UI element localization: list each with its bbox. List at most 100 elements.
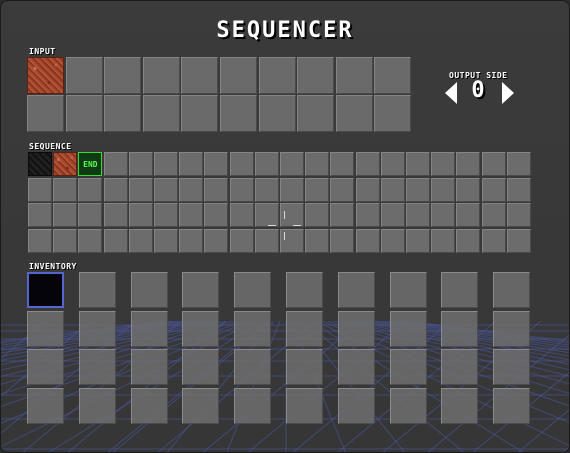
sequence-slot[interactable]: [254, 203, 279, 227]
sequence-slot[interactable]: [28, 203, 52, 227]
sequence-slot[interactable]: [380, 177, 405, 202]
sequence-slot[interactable]: [229, 203, 254, 227]
inventory-slot[interactable]: [78, 310, 116, 347]
sequence-slot[interactable]: [481, 203, 506, 227]
sequence-slot[interactable]: [431, 203, 456, 227]
input-slot[interactable]: [104, 95, 142, 132]
input-slot[interactable]: [374, 95, 412, 132]
inventory-slot[interactable]: [493, 387, 531, 424]
inventory-slot[interactable]: [27, 349, 64, 385]
dirt-block-icon[interactable]: [27, 57, 64, 94]
sequence-slot[interactable]: [53, 228, 78, 253]
inventory-slot[interactable]: [234, 272, 272, 308]
sequence-slot[interactable]: [506, 152, 531, 176]
sequence-slot[interactable]: [506, 177, 531, 202]
sequence-slot[interactable]: [406, 203, 430, 227]
end-marker[interactable]: END: [78, 152, 103, 176]
sequence-slot[interactable]: [103, 177, 128, 202]
inventory-slot[interactable]: [441, 387, 479, 424]
inventory-slot[interactable]: [493, 272, 531, 308]
sequence-slot[interactable]: [330, 152, 355, 176]
inventory-slot[interactable]: [389, 272, 427, 308]
sequence-slot[interactable]: [330, 203, 355, 227]
sequence-slot[interactable]: [28, 177, 52, 202]
sequence-slot[interactable]: [154, 177, 178, 202]
sequence-slot[interactable]: [431, 177, 456, 202]
inventory-slot[interactable]: [182, 310, 220, 347]
inventory-slot[interactable]: [130, 349, 168, 385]
input-slot[interactable]: [297, 57, 335, 94]
sequence-slot[interactable]: [254, 152, 279, 176]
sequence-slot[interactable]: [103, 203, 128, 227]
dirt-block-icon[interactable]: [53, 152, 78, 176]
sequence-slot[interactable]: [154, 203, 178, 227]
inventory-slot[interactable]: [389, 310, 427, 347]
sequence-slot[interactable]: [280, 152, 304, 176]
sequence-slot[interactable]: [179, 177, 204, 202]
inventory-slot[interactable]: [234, 310, 272, 347]
sequence-slot[interactable]: [355, 228, 380, 253]
inventory-slot[interactable]: [493, 310, 531, 347]
sequence-slot[interactable]: [204, 177, 229, 202]
inventory-slot[interactable]: [234, 387, 272, 424]
input-slot[interactable]: [27, 95, 64, 132]
sequence-slot[interactable]: [128, 203, 153, 227]
sequence-slot[interactable]: [229, 228, 254, 253]
sequence-slot[interactable]: [78, 177, 103, 202]
sequence-slot[interactable]: [179, 203, 204, 227]
input-slot[interactable]: [258, 57, 296, 94]
inventory-slot[interactable]: [337, 310, 375, 347]
sequence-slot[interactable]: [380, 228, 405, 253]
input-slot[interactable]: [335, 95, 373, 132]
dark-block-icon[interactable]: [28, 152, 52, 176]
sequence-slot[interactable]: [128, 177, 153, 202]
sequence-slot[interactable]: [355, 203, 380, 227]
sequence-slot[interactable]: [506, 228, 531, 253]
sequence-slot[interactable]: [154, 228, 178, 253]
inventory-slot[interactable]: [286, 272, 323, 308]
sequence-slot[interactable]: [481, 152, 506, 176]
sequence-slot[interactable]: [506, 203, 531, 227]
inventory-slot[interactable]: [130, 272, 168, 308]
sequence-slot[interactable]: [28, 228, 52, 253]
sequence-slot[interactable]: [406, 152, 430, 176]
input-slot[interactable]: [181, 57, 219, 94]
inventory-slot[interactable]: [78, 387, 116, 424]
sequence-slot[interactable]: [154, 152, 178, 176]
inventory-slot[interactable]: [441, 310, 479, 347]
input-slot[interactable]: [220, 57, 257, 94]
sequence-slot[interactable]: [305, 203, 330, 227]
inventory-slot[interactable]: [389, 349, 427, 385]
sequence-slot[interactable]: [456, 152, 481, 176]
sequence-slot[interactable]: [380, 203, 405, 227]
inventory-slot[interactable]: [337, 349, 375, 385]
inventory-slot[interactable]: [27, 310, 64, 347]
sequence-slot[interactable]: [204, 152, 229, 176]
arrow-left-icon[interactable]: [445, 82, 457, 104]
sequence-slot[interactable]: [481, 228, 506, 253]
sequence-slot[interactable]: [431, 228, 456, 253]
sequence-slot[interactable]: [254, 177, 279, 202]
sequence-slot[interactable]: [330, 177, 355, 202]
input-slot[interactable]: [297, 95, 335, 132]
input-slot[interactable]: [65, 57, 103, 94]
inventory-slot[interactable]: [130, 310, 168, 347]
sequence-slot[interactable]: [305, 177, 330, 202]
sequence-slot[interactable]: [456, 177, 481, 202]
input-slot[interactable]: [374, 57, 412, 94]
inventory-slot[interactable]: [337, 387, 375, 424]
sequence-slot[interactable]: [456, 203, 481, 227]
sequence-slot[interactable]: [204, 203, 229, 227]
inventory-slot[interactable]: [441, 349, 479, 385]
sequence-slot[interactable]: [355, 177, 380, 202]
sequence-slot[interactable]: [456, 228, 481, 253]
inventory-slot[interactable]: [130, 387, 168, 424]
sequence-slot[interactable]: [305, 152, 330, 176]
inventory-slot[interactable]: [441, 272, 479, 308]
sequence-slot[interactable]: [481, 177, 506, 202]
input-slot[interactable]: [65, 95, 103, 132]
sequence-slot[interactable]: [280, 177, 304, 202]
input-slot[interactable]: [258, 95, 296, 132]
input-slot[interactable]: [335, 57, 373, 94]
inventory-slot-selected[interactable]: [27, 272, 64, 308]
